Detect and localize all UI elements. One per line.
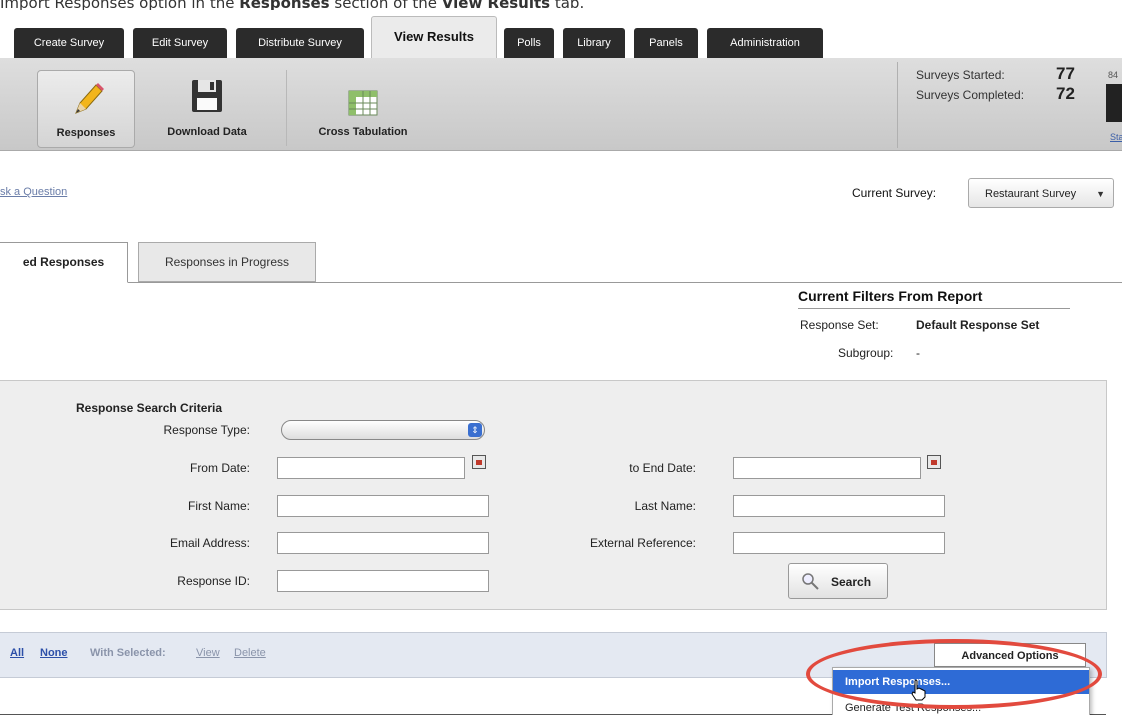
search-criteria-title: Response Search Criteria (76, 401, 223, 415)
with-selected-label: With Selected: (90, 647, 166, 659)
last-name-input[interactable] (733, 495, 945, 517)
responses-button[interactable]: Responses (37, 70, 135, 148)
from-date-label: From Date: (189, 461, 250, 475)
floppy-disk-icon (192, 80, 222, 112)
search-button-label: Search (831, 575, 872, 589)
response-id-input[interactable] (277, 570, 489, 592)
from-date-input[interactable] (277, 457, 465, 479)
email-address-input[interactable] (277, 532, 489, 554)
advanced-options-menu: Import Responses... Generate Test Respon… (832, 667, 1090, 715)
response-type-select[interactable]: ⇕ (281, 420, 485, 440)
to-end-date-input[interactable] (733, 457, 921, 479)
responses-subtab-bar: ed Responses Responses in Progress (0, 230, 1122, 283)
response-id-label: Response ID: (177, 574, 250, 588)
last-name-label: Last Name: (634, 499, 696, 513)
statistics-link[interactable]: Stat (1110, 132, 1122, 142)
first-name-label: First Name: (187, 499, 250, 513)
subgroup-value: - (916, 346, 920, 360)
to-end-date-label: to End Date: (629, 461, 696, 475)
pencil-icon (75, 83, 104, 114)
tab-administration[interactable]: Administration (707, 28, 823, 58)
current-survey-select[interactable]: Restaurant Survey ▼ (968, 178, 1114, 208)
response-set-value: Default Response Set (916, 318, 1040, 332)
response-search-panel: Response Search Criteria Response Type: … (0, 380, 1107, 610)
download-data-label: Download Data (167, 126, 247, 138)
tab-polls[interactable]: Polls (504, 28, 554, 58)
tab-panels[interactable]: Panels (634, 28, 698, 58)
surveys-completed-value: 72 (1056, 84, 1075, 103)
current-survey-value: Restaurant Survey (985, 188, 1077, 200)
current-survey-label: Current Survey: (852, 186, 937, 200)
tab-library[interactable]: Library (563, 28, 625, 58)
download-data-button[interactable]: Download Data (152, 70, 262, 146)
menu-item-generate-test-responses[interactable]: Generate Test Responses... (833, 696, 1089, 715)
responses-label: Responses (56, 127, 116, 139)
table-grid-icon (348, 90, 378, 116)
cross-tabulation-button[interactable]: Cross Tabulation (286, 70, 439, 146)
select-none-link[interactable]: None (40, 647, 68, 659)
cross-tabulation-label: Cross Tabulation (318, 126, 408, 138)
magnifier-icon (802, 573, 819, 590)
view-selected-link[interactable]: View (196, 647, 220, 659)
tab-recorded-responses[interactable]: ed Responses (0, 242, 128, 283)
filters-title: Current Filters From Report (798, 288, 1070, 309)
surveys-started-label: Surveys Started: (916, 68, 1005, 82)
to-end-date-calendar-icon[interactable] (927, 455, 941, 469)
spinner-arrows-icon: ⇕ (468, 423, 482, 437)
surveys-completed-label: Surveys Completed: (916, 88, 1025, 102)
select-all-link[interactable]: All (10, 647, 24, 659)
tab-edit-survey[interactable]: Edit Survey (133, 28, 227, 58)
external-reference-label: External Reference: (589, 536, 696, 550)
results-toolbar: Responses Download Data Cross Tabulation (0, 58, 1122, 151)
hand-cursor-icon (911, 679, 926, 701)
from-date-calendar-icon[interactable] (472, 455, 486, 469)
main-tab-bar: Create Survey Edit Survey Distribute Sur… (0, 10, 1122, 59)
app-window: Create Survey Edit Survey Distribute Sur… (0, 10, 1122, 715)
completion-bar (1106, 84, 1122, 122)
surveys-started-value: 77 (1056, 64, 1075, 83)
advanced-options-button[interactable]: Advanced Options (934, 643, 1086, 667)
completion-percent: 84 (1108, 70, 1119, 80)
menu-item-import-responses[interactable]: Import Responses... (833, 670, 1089, 694)
tab-distribute-survey[interactable]: Distribute Survey (236, 28, 364, 58)
external-reference-input[interactable] (733, 532, 945, 554)
response-type-label: Response Type: (163, 423, 250, 437)
search-button[interactable]: Search (788, 563, 888, 599)
tab-view-results[interactable]: View Results (371, 16, 497, 59)
response-set-label: Response Set: (800, 318, 879, 332)
tab-create-survey[interactable]: Create Survey (14, 28, 124, 58)
tab-responses-in-progress[interactable]: Responses in Progress (138, 242, 316, 282)
email-address-label: Email Address: (169, 536, 250, 550)
chevron-down-icon: ▼ (1096, 189, 1105, 199)
subgroup-label: Subgroup: (838, 346, 894, 360)
survey-stats-panel: Surveys Started: 77 Surveys Completed: 7… (897, 62, 1122, 148)
ask-question-link[interactable]: sk a Question (0, 186, 67, 198)
first-name-input[interactable] (277, 495, 489, 517)
current-filters-panel: Current Filters From Report Response Set… (798, 288, 1078, 360)
delete-selected-link[interactable]: Delete (234, 647, 266, 659)
